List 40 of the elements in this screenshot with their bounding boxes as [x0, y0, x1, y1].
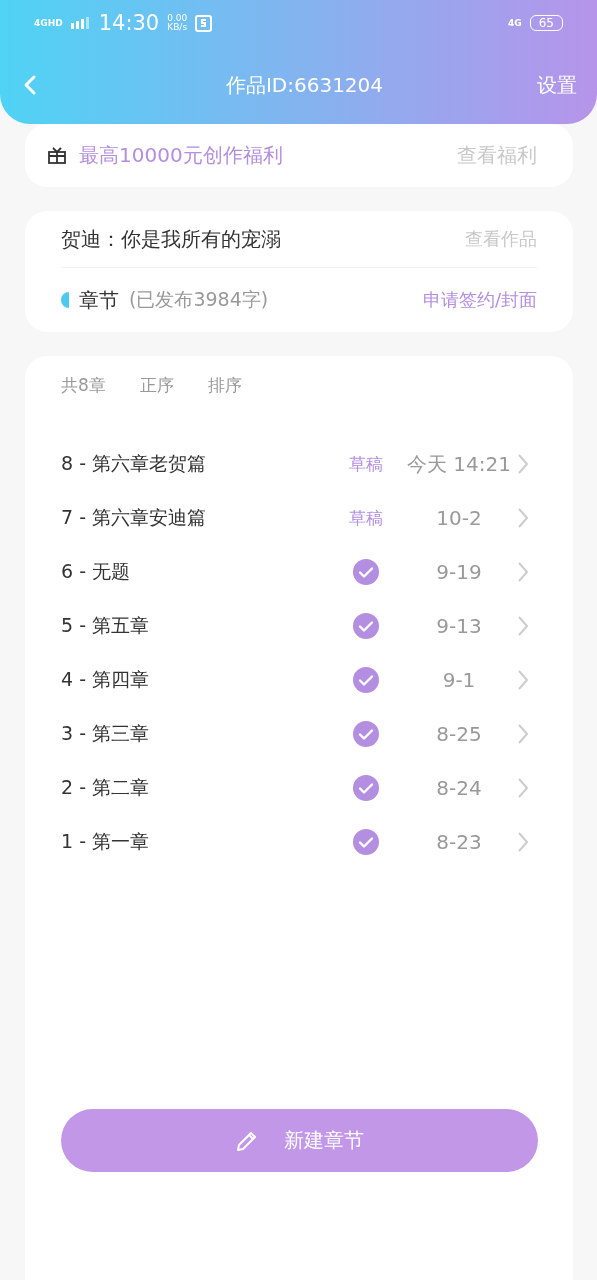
- chevron-right-icon[interactable]: [517, 723, 529, 745]
- chevron-right-icon[interactable]: [517, 561, 529, 583]
- chapter-title[interactable]: 4 - 第四章: [61, 667, 331, 693]
- chevron-right-icon[interactable]: [517, 615, 529, 637]
- page-title: 作品ID:6631204: [224, 71, 385, 99]
- draft-label: 草稿: [349, 452, 383, 476]
- chapter-title[interactable]: 3 - 第三章: [61, 721, 331, 747]
- chapter-date: 9-1: [441, 668, 477, 692]
- network-speed: 0.00 KB/s: [167, 14, 188, 32]
- battery-indicator: 65: [529, 15, 563, 31]
- section-label: 章节: [79, 286, 119, 314]
- gift-icon: [47, 145, 67, 165]
- chapter-date: 9-13: [435, 614, 483, 638]
- published-word-count: (已发布3984字): [129, 287, 269, 312]
- chapter-date: 10-2: [435, 506, 483, 530]
- chapter-date: 今天 14:21: [406, 450, 512, 478]
- app-notification-icon: [195, 14, 213, 32]
- chapter-date: 8-25: [435, 722, 483, 746]
- chapter-count: 共8章: [61, 374, 106, 397]
- network-label: 4G: [508, 18, 522, 28]
- chapter-title[interactable]: 5 - 第五章: [61, 613, 331, 639]
- chevron-right-icon[interactable]: [517, 777, 529, 799]
- chapter-title[interactable]: 2 - 第二章: [61, 775, 331, 801]
- signal-icon: [70, 17, 91, 29]
- status-time: 14:30: [98, 11, 160, 35]
- chapter-title[interactable]: 1 - 第一章: [61, 829, 331, 855]
- chapter-date: 8-24: [435, 776, 483, 800]
- welfare-text: 最高10000元创作福利: [79, 141, 283, 169]
- chapter-date: 9-19: [435, 560, 483, 584]
- network-label: 4GHD: [34, 18, 63, 28]
- work-title: 贺迪：你是我所有的宠溺: [61, 225, 281, 253]
- chevron-right-icon[interactable]: [517, 669, 529, 691]
- draft-label: 草稿: [349, 506, 383, 530]
- chapter-date: 8-23: [435, 830, 483, 854]
- chapter-title[interactable]: 6 - 无题: [61, 559, 331, 585]
- chapter-title[interactable]: 7 - 第六章安迪篇: [61, 505, 331, 531]
- chevron-right-icon[interactable]: [517, 507, 529, 529]
- chevron-right-icon[interactable]: [517, 831, 529, 853]
- chapter-title[interactable]: 8 - 第六章老贺篇: [61, 451, 331, 477]
- chevron-right-icon[interactable]: [517, 453, 529, 475]
